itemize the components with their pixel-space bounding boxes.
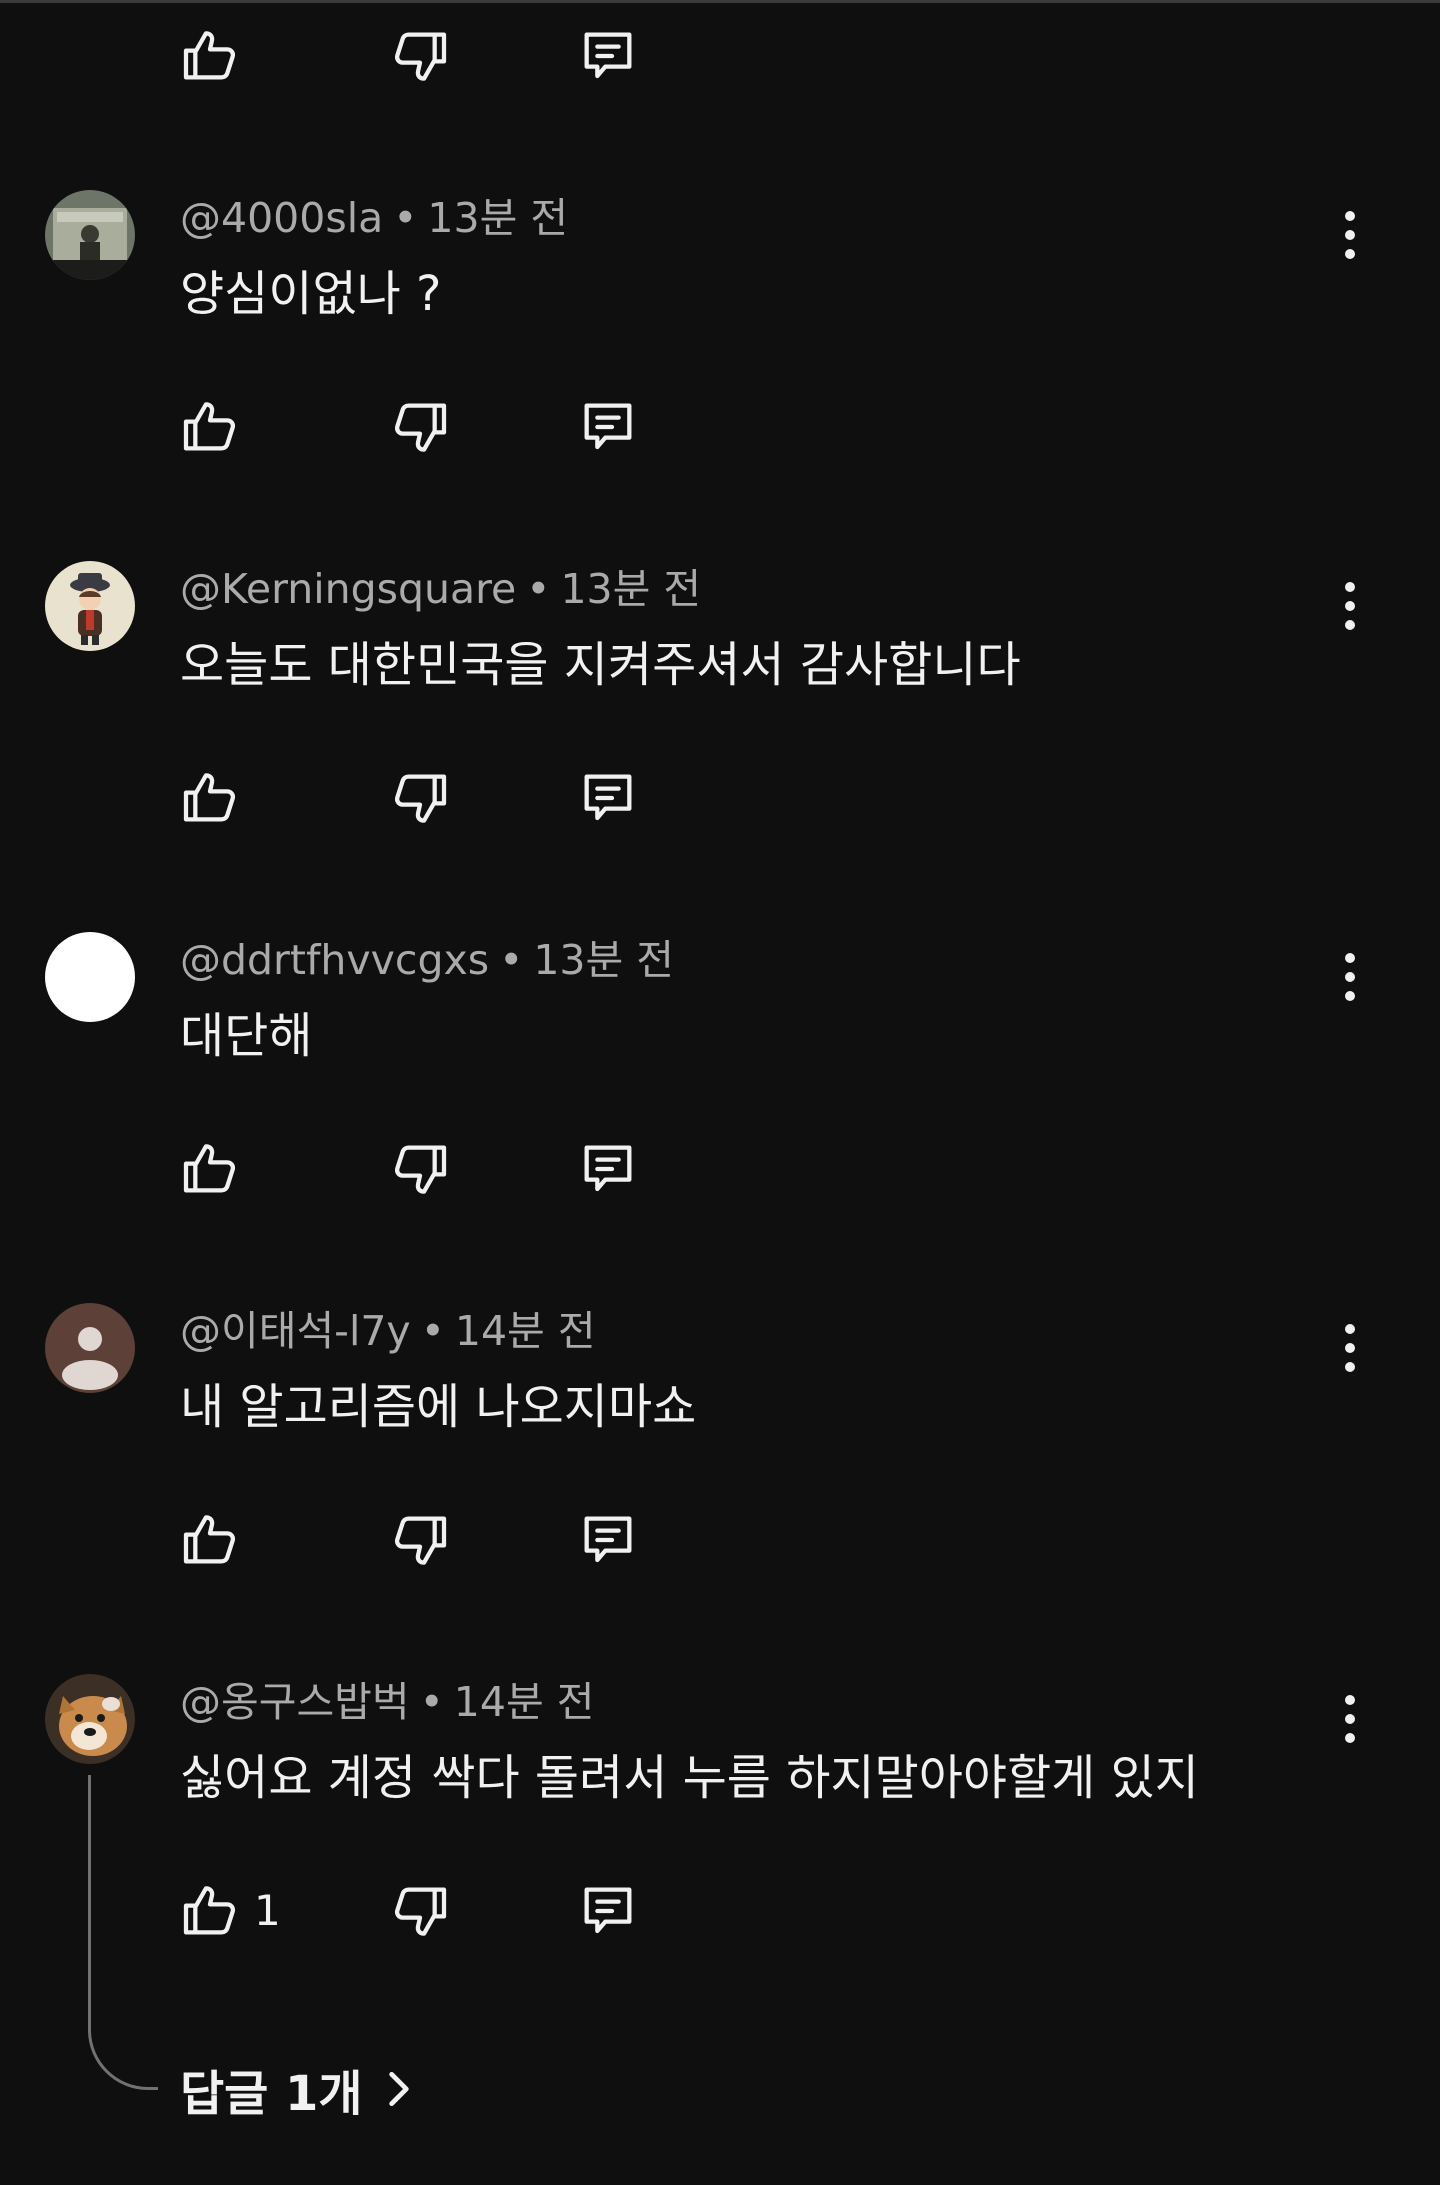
avatar[interactable] [45,1303,135,1393]
dislike-button[interactable] [380,1129,460,1209]
chevron-right-icon [388,2071,409,2107]
comment-meta: @4000sla • 13분 전 [180,190,568,246]
thumbs-up-icon [183,402,236,451]
top-divider [0,0,1440,3]
thumbs-up-icon [183,31,236,80]
separator-dot: • [420,1307,445,1355]
separator-dot: • [419,1678,444,1726]
more-vertical-icon [1345,953,1355,1001]
thumbs-down-icon [394,403,447,452]
avatar[interactable] [45,561,135,651]
like-button[interactable] [170,16,250,96]
replies-label: 답글 1개 [180,2066,363,2122]
comment-reply-icon [584,774,632,821]
default-person-avatar [45,1303,135,1393]
thumbs-up-icon [183,1515,236,1564]
like-button[interactable] [170,1129,250,1209]
like-button[interactable] [170,387,250,467]
reply-button[interactable] [568,758,648,838]
comment-meta: @Kerningsquare • 13분 전 [180,561,701,617]
comment-reply-icon [584,1887,632,1934]
reply-button[interactable] [568,1871,648,1951]
author-handle[interactable]: @4000sla [180,194,383,242]
more-vertical-icon [1345,582,1355,630]
comment-reply-icon [584,1145,632,1192]
comment-time: 14분 전 [454,1307,596,1355]
more-vertical-icon [1345,1695,1355,1743]
reply-button[interactable] [568,16,648,96]
photo-avatar-portrait [45,190,135,280]
comment-time: 14분 전 [453,1678,595,1726]
comment-text: 양심이없나 ? [180,266,442,322]
comment-actions [0,758,1440,838]
thumbs-up-icon [183,1886,236,1935]
comment-text: 내 알고리즘에 나오지마쇼 [180,1379,697,1435]
dislike-button[interactable] [380,1871,460,1951]
more-options-button[interactable] [1320,1674,1380,1764]
cartoon-character-avatar [45,561,135,651]
separator-dot: • [526,565,551,613]
comment-reply-icon [584,32,632,79]
thumbs-down-icon [394,1145,447,1194]
author-handle[interactable]: @ddrtfhvvcgxs [180,936,489,984]
reply-button[interactable] [568,1129,648,1209]
comment-reply-icon [584,403,632,450]
comment-time: 13분 전 [427,194,569,242]
like-button[interactable] [170,1871,250,1951]
thumbs-up-icon [183,1144,236,1193]
thumbs-down-icon [394,32,447,81]
comment-actions [0,1500,1440,1580]
comment-text: 대단해 [180,1008,313,1064]
avatar[interactable] [45,932,135,1022]
author-handle[interactable]: @옹구스밥벅 [180,1678,410,1726]
dislike-button[interactable] [380,758,460,838]
reply-thread-line [88,1775,158,2090]
reply-button[interactable] [568,1500,648,1580]
comment-actions [0,1129,1440,1209]
view-replies-button[interactable]: 답글 1개 [180,2056,421,2122]
reply-button[interactable] [568,387,648,467]
comment-meta: @이태석-l7y • 14분 전 [180,1303,596,1359]
more-options-button[interactable] [1320,561,1380,651]
separator-dot: • [499,936,524,984]
comment-text: 싫어요 계정 싹다 돌려서 누름 하지말아야할게 있지 [180,1750,1199,1806]
author-handle[interactable]: @Kerningsquare [180,565,516,613]
comment-actions [0,16,1440,96]
separator-dot: • [393,194,418,242]
dislike-button[interactable] [380,387,460,467]
thumbs-down-icon [394,774,447,823]
more-vertical-icon [1345,1324,1355,1372]
more-options-button[interactable] [1320,932,1380,1022]
dislike-button[interactable] [380,16,460,96]
comment-time: 13분 전 [560,565,702,613]
thumbs-down-icon [394,1887,447,1936]
dislike-button[interactable] [380,1500,460,1580]
avatar[interactable] [45,1674,135,1764]
comment-text: 오늘도 대한민국을 지켜주셔서 감사합니다 [180,637,1021,693]
comment-reply-icon [584,1516,632,1563]
like-count: 1 [254,1886,281,1935]
comment-time: 13분 전 [533,936,674,984]
like-button[interactable] [170,1500,250,1580]
like-button[interactable] [170,758,250,838]
comment-meta: @옹구스밥벅 • 14분 전 [180,1674,594,1730]
thumbs-down-icon [394,1516,447,1565]
blank-white-avatar [45,932,135,1022]
comment-meta: @ddrtfhvvcgxs • 13분 전 [180,932,674,988]
author-handle[interactable]: @이태석-l7y [180,1307,411,1355]
more-vertical-icon [1345,211,1355,259]
comment-actions: 1 [0,1871,1440,1951]
thumbs-up-icon [183,773,236,822]
more-options-button[interactable] [1320,190,1380,280]
avatar[interactable] [45,190,135,280]
comment-actions [0,387,1440,467]
more-options-button[interactable] [1320,1303,1380,1393]
dog-photo-avatar [45,1674,135,1764]
